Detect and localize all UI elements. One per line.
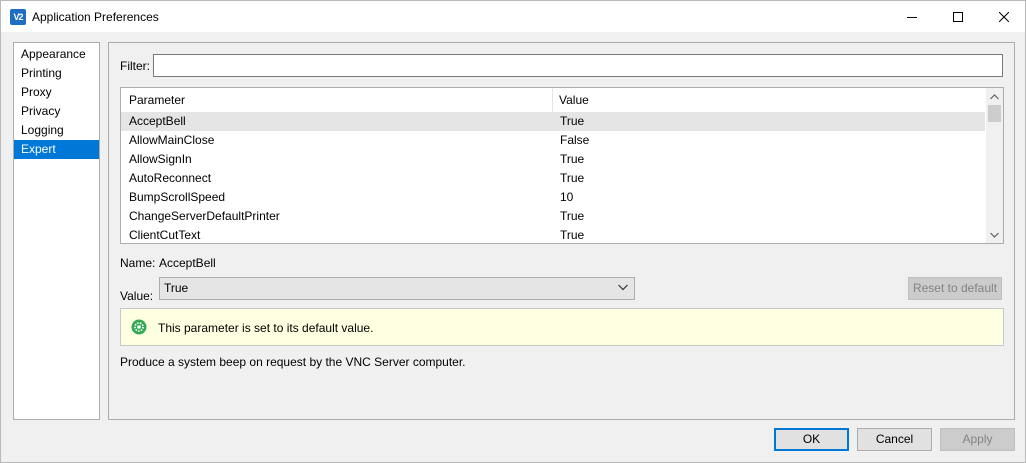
parameter-cell: AllowMainClose (129, 133, 215, 147)
table-row[interactable]: ClientCutText True (121, 226, 985, 243)
value-dropdown[interactable]: True (159, 277, 635, 300)
filter-label: Filter: (120, 59, 150, 73)
scroll-down-button[interactable] (986, 226, 1003, 243)
apply-button[interactable]: Apply (940, 428, 1015, 451)
parameter-table: Parameter Value AcceptBell True AllowMai… (120, 87, 1004, 244)
value-dropdown-selected: True (164, 281, 189, 295)
value-cell: True (560, 209, 585, 223)
cancel-button[interactable]: Cancel (857, 428, 932, 451)
column-header-value[interactable]: Value (553, 88, 985, 112)
gear-check-icon (131, 319, 147, 335)
table-row[interactable]: AllowSignIn True (121, 150, 985, 169)
close-button[interactable] (981, 1, 1026, 32)
table-row[interactable]: AutoReconnect True (121, 169, 985, 188)
vnc-viewer-icon: V2 (10, 9, 26, 25)
category-logging[interactable]: Logging (14, 121, 99, 140)
value-cell: 10 (560, 190, 574, 204)
chevron-up-icon (990, 93, 999, 99)
dialog-body: Appearance Printing Proxy Privacy Loggin… (0, 32, 1026, 463)
table-row[interactable]: AllowMainClose False (121, 131, 985, 150)
expert-panel: Filter: Parameter Value AcceptBell True … (108, 42, 1015, 420)
title-bar: V2 Application Preferences (0, 0, 1026, 32)
maximize-button[interactable] (935, 1, 981, 32)
table-vertical-scrollbar[interactable] (986, 88, 1003, 243)
filter-input[interactable] (153, 54, 1003, 77)
value-cell: False (560, 133, 590, 147)
category-printing[interactable]: Printing (14, 64, 99, 83)
table-row[interactable]: ChangeServerDefaultPrinter True (121, 207, 985, 226)
name-value: AcceptBell (159, 256, 216, 270)
parameter-cell: ChangeServerDefaultPrinter (129, 209, 280, 223)
category-privacy[interactable]: Privacy (14, 102, 99, 121)
minimize-icon (907, 16, 917, 18)
minimize-button[interactable] (889, 1, 935, 32)
table-row[interactable]: BumpScrollSpeed 10 (121, 188, 985, 207)
table-header: Parameter Value (121, 88, 985, 112)
default-value-notice: This parameter is set to its default val… (120, 308, 1004, 346)
table-row[interactable]: AcceptBell True (121, 112, 985, 131)
category-appearance[interactable]: Appearance (14, 45, 99, 64)
chevron-down-icon (618, 284, 628, 291)
scroll-thumb[interactable] (988, 105, 1001, 122)
close-icon (999, 11, 1009, 22)
parameter-description: Produce a system beep on request by the … (120, 355, 466, 369)
ok-button[interactable]: OK (774, 428, 849, 451)
value-cell: True (560, 228, 585, 242)
window-title: Application Preferences (32, 10, 159, 24)
scroll-up-button[interactable] (986, 88, 1003, 105)
category-list: Appearance Printing Proxy Privacy Loggin… (13, 42, 100, 420)
value-label: Value: (120, 289, 154, 303)
table-body: AcceptBell True AllowMainClose False All… (121, 112, 985, 243)
name-label: Name: (120, 256, 156, 270)
category-proxy[interactable]: Proxy (14, 83, 99, 102)
reset-to-default-button[interactable]: Reset to default (908, 277, 1002, 300)
category-expert[interactable]: Expert (14, 140, 99, 159)
value-cell: True (560, 152, 585, 166)
parameter-cell: AcceptBell (129, 114, 186, 128)
default-value-notice-text: This parameter is set to its default val… (158, 321, 374, 335)
parameter-cell: AllowSignIn (129, 152, 192, 166)
value-cell: True (560, 114, 585, 128)
maximize-icon (953, 11, 963, 22)
parameter-cell: ClientCutText (129, 228, 201, 242)
parameter-cell: BumpScrollSpeed (129, 190, 226, 204)
column-header-parameter[interactable]: Parameter (121, 88, 553, 112)
chevron-down-icon (990, 232, 999, 238)
value-cell: True (560, 171, 585, 185)
parameter-cell: AutoReconnect (129, 171, 212, 185)
